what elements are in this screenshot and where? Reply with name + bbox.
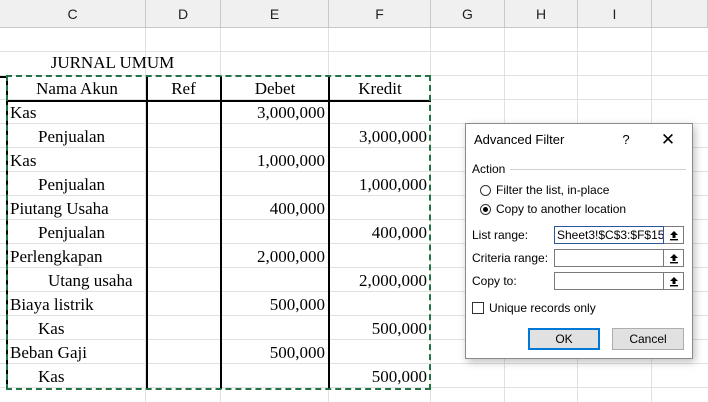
column-header-c[interactable]: C	[0, 0, 146, 28]
table-header-cell[interactable]: Nama Akun	[8, 77, 146, 101]
kredit-cell[interactable]: 2,000,000	[329, 269, 431, 293]
kredit-cell[interactable]	[329, 293, 431, 317]
column-header-blank	[652, 0, 708, 28]
kredit-cell[interactable]	[329, 245, 431, 269]
column-header-h[interactable]: H	[505, 0, 578, 28]
unique-records-checkbox[interactable]	[472, 302, 484, 314]
ref-cell[interactable]	[146, 341, 221, 365]
table-header-cell[interactable]: Kredit	[329, 77, 431, 101]
account-name-cell[interactable]: Penjualan	[38, 221, 146, 245]
cancel-button[interactable]: Cancel	[612, 328, 684, 350]
debet-cell[interactable]	[221, 317, 329, 341]
ref-cell[interactable]	[146, 197, 221, 221]
close-icon[interactable]: ✕	[656, 130, 680, 150]
ref-cell[interactable]	[146, 245, 221, 269]
radio-copy-indicator[interactable]	[480, 203, 491, 215]
column-header-d[interactable]: D	[146, 0, 221, 28]
unique-records-checkbox-row[interactable]: Unique records only	[472, 301, 596, 315]
kredit-cell[interactable]: 400,000	[329, 221, 431, 245]
list-range-row: List range:	[472, 225, 684, 245]
column-header-i[interactable]: I	[578, 0, 652, 28]
ref-cell[interactable]	[146, 101, 221, 125]
ref-cell[interactable]	[146, 269, 221, 293]
ref-cell[interactable]	[146, 149, 221, 173]
radio-filter-label: Filter the list, in-place	[496, 183, 610, 197]
kredit-cell[interactable]: 500,000	[329, 317, 431, 341]
debet-cell[interactable]: 3,000,000	[221, 101, 329, 125]
debet-cell[interactable]	[221, 125, 329, 149]
account-name-cell[interactable]: Kas	[38, 365, 146, 389]
column-header-f[interactable]: F	[329, 0, 431, 28]
action-group-label: Action	[472, 162, 506, 176]
debet-cell[interactable]	[221, 173, 329, 197]
ok-button[interactable]: OK	[528, 328, 600, 350]
account-name-cell[interactable]: Kas	[38, 317, 146, 341]
kredit-cell[interactable]	[329, 197, 431, 221]
unique-records-label: Unique records only	[489, 301, 596, 315]
ref-cell[interactable]	[146, 221, 221, 245]
table-column-border	[328, 76, 330, 389]
debet-cell[interactable]	[221, 221, 329, 245]
grid-row-line	[0, 75, 708, 76]
debet-cell[interactable]: 1,000,000	[221, 149, 329, 173]
account-name-cell[interactable]: Biaya listrik	[10, 293, 146, 317]
copy-to-row: Copy to:	[472, 271, 684, 291]
account-name-cell[interactable]: Perlengkapan	[10, 245, 146, 269]
journal-title[interactable]: JURNAL UMUM	[0, 51, 225, 75]
debet-cell[interactable]	[221, 269, 329, 293]
list-range-input[interactable]	[554, 226, 664, 244]
column-header-g[interactable]: G	[431, 0, 505, 28]
row-indicator-mark	[0, 76, 6, 78]
table-column-border	[220, 76, 222, 389]
ref-cell[interactable]	[146, 317, 221, 341]
account-name-cell[interactable]: Penjualan	[38, 125, 146, 149]
debet-cell[interactable]: 500,000	[221, 341, 329, 365]
ref-cell[interactable]	[146, 173, 221, 197]
kredit-cell[interactable]: 1,000,000	[329, 173, 431, 197]
table-header-cell[interactable]: Debet	[221, 77, 329, 101]
account-name-cell[interactable]: Piutang Usaha	[10, 197, 146, 221]
account-name-cell[interactable]: Beban Gaji	[10, 341, 146, 365]
collapse-dialog-icon[interactable]	[664, 226, 684, 244]
kredit-cell[interactable]: 3,000,000	[329, 125, 431, 149]
collapse-dialog-icon[interactable]	[664, 272, 684, 290]
copy-to-input[interactable]	[554, 272, 664, 290]
header-bottom-border	[6, 100, 431, 102]
debet-cell[interactable]: 500,000	[221, 293, 329, 317]
criteria-range-input[interactable]	[554, 249, 664, 267]
account-name-cell[interactable]: Kas	[10, 101, 146, 125]
table-header-cell[interactable]: Ref	[146, 77, 221, 101]
radio-copy-label: Copy to another location	[496, 202, 627, 216]
kredit-cell[interactable]	[329, 101, 431, 125]
criteria-range-label: Criteria range:	[472, 251, 549, 265]
criteria-range-row: Criteria range:	[472, 248, 684, 268]
column-header-e[interactable]: E	[221, 0, 329, 28]
list-range-label: List range:	[472, 228, 529, 242]
debet-cell[interactable]: 400,000	[221, 197, 329, 221]
ref-cell[interactable]	[146, 293, 221, 317]
radio-filter-in-place[interactable]: Filter the list, in-place	[480, 181, 609, 199]
table-column-border	[146, 76, 148, 389]
account-name-cell[interactable]: Utang usaha	[48, 269, 154, 293]
advanced-filter-dialog: Advanced Filter ? ✕ Action Filter the li…	[465, 123, 693, 359]
collapse-dialog-icon[interactable]	[664, 249, 684, 267]
kredit-cell[interactable]	[329, 341, 431, 365]
account-name-cell[interactable]: Penjualan	[38, 173, 146, 197]
ref-cell[interactable]	[146, 125, 221, 149]
table-left-border	[6, 76, 8, 389]
copy-to-label: Copy to:	[472, 274, 517, 288]
debet-cell[interactable]	[221, 365, 329, 389]
help-button[interactable]: ?	[616, 130, 636, 150]
ref-cell[interactable]	[146, 365, 221, 389]
kredit-cell[interactable]	[329, 149, 431, 173]
dialog-title: Advanced Filter	[474, 132, 565, 147]
action-group-divider	[510, 169, 686, 170]
radio-filter-indicator[interactable]	[480, 184, 491, 196]
account-name-cell[interactable]: Kas	[10, 149, 146, 173]
kredit-cell[interactable]: 500,000	[329, 365, 431, 389]
radio-copy-to-location[interactable]: Copy to another location	[480, 200, 626, 218]
debet-cell[interactable]: 2,000,000	[221, 245, 329, 269]
